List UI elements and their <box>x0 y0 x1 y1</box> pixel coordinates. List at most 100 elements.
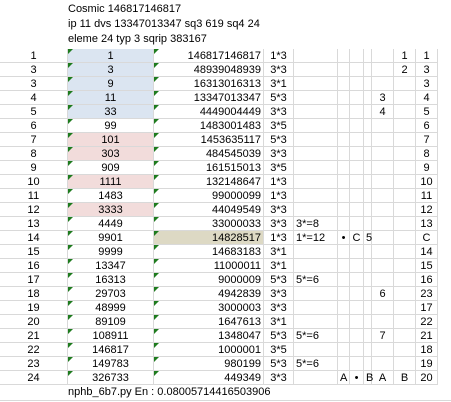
cell-i[interactable]: 3 <box>372 91 394 105</box>
cell-n[interactable]: 14 <box>0 231 68 245</box>
cell-f[interactable] <box>350 259 364 273</box>
cell-b[interactable]: 132148647 <box>154 175 264 189</box>
cell-c[interactable]: 3*5 <box>264 343 294 357</box>
cell-e[interactable] <box>338 343 350 357</box>
cell-g[interactable]: B <box>364 371 373 385</box>
cell-j[interactable] <box>394 259 416 273</box>
cell-e[interactable] <box>338 49 350 63</box>
cell-n[interactable]: 18 <box>0 287 68 301</box>
cell-d[interactable] <box>294 133 338 147</box>
cell-n[interactable]: 8 <box>0 147 68 161</box>
cell-d[interactable] <box>294 203 338 217</box>
cell-i[interactable] <box>372 245 394 259</box>
cell-j[interactable] <box>394 301 416 315</box>
cell-e[interactable] <box>338 329 350 343</box>
cell-d[interactable] <box>294 301 338 315</box>
cell-i[interactable] <box>372 315 394 329</box>
cell-j[interactable] <box>394 329 416 343</box>
cell-j[interactable] <box>394 91 416 105</box>
cell-f[interactable] <box>350 49 364 63</box>
cell-c[interactable]: 5*3 <box>264 133 294 147</box>
cell-m[interactable]: 6 <box>416 119 438 133</box>
cell-n[interactable]: 4 <box>0 91 68 105</box>
cell-f[interactable] <box>350 343 364 357</box>
cell-b[interactable]: 449349 <box>154 371 264 385</box>
cell-g[interactable] <box>364 287 372 301</box>
cell-d[interactable] <box>294 63 338 77</box>
cell-a[interactable]: 13347 <box>68 259 154 273</box>
cell-j[interactable]: B <box>394 371 416 385</box>
cell-g[interactable] <box>364 105 372 119</box>
cell-e[interactable] <box>338 203 350 217</box>
cell-n[interactable]: 15 <box>0 245 68 259</box>
cell-f[interactable]: C <box>350 231 364 245</box>
cell-a[interactable]: 909 <box>68 161 154 175</box>
cell-d[interactable]: 5*=6 <box>294 357 338 371</box>
cell-j[interactable] <box>394 203 416 217</box>
cell-n[interactable]: 16 <box>0 259 68 273</box>
cell-i[interactable] <box>372 217 394 231</box>
cell-g[interactable] <box>364 175 372 189</box>
cell-m[interactable]: 15 <box>416 259 438 273</box>
cell-c[interactable]: 3*3 <box>264 105 294 119</box>
cell-c[interactable]: 3*3 <box>264 203 294 217</box>
cell-g[interactable] <box>364 217 372 231</box>
cell-e[interactable] <box>338 147 350 161</box>
cell-b[interactable]: 11000011 <box>154 259 264 273</box>
cell-i[interactable]: 4 <box>372 105 394 119</box>
cell-c[interactable]: 3*3 <box>264 301 294 315</box>
cell-b[interactable]: 4942839 <box>154 287 264 301</box>
cell-n[interactable]: 9 <box>0 161 68 175</box>
cell-c[interactable]: 5*3 <box>264 91 294 105</box>
cell-b[interactable]: 146817146817 <box>154 49 264 63</box>
cell-b[interactable]: 161515013 <box>154 161 264 175</box>
cell-g[interactable]: 5 <box>364 231 372 245</box>
cell-i[interactable] <box>372 189 394 203</box>
cell-b[interactable]: 484545039 <box>154 147 264 161</box>
cell-a[interactable]: 3333 <box>68 203 154 217</box>
cell-j[interactable] <box>394 175 416 189</box>
cell-f[interactable] <box>350 273 364 287</box>
cell-j[interactable] <box>394 245 416 259</box>
cell-a[interactable]: 101 <box>68 133 154 147</box>
cell-b[interactable]: 9000009 <box>154 273 264 287</box>
cell-g[interactable] <box>364 273 372 287</box>
cell-m[interactable]: 8 <box>416 147 438 161</box>
cell-a[interactable]: 29703 <box>68 287 154 301</box>
cell-c[interactable]: 1*3 <box>264 189 294 203</box>
cell-e[interactable] <box>338 77 350 91</box>
cell-f[interactable] <box>350 217 364 231</box>
cell-c[interactable]: 5*3 <box>264 357 294 371</box>
cell-c[interactable]: 3*1 <box>264 259 294 273</box>
cell-f[interactable] <box>350 91 364 105</box>
cell-f[interactable] <box>350 203 364 217</box>
cell-g[interactable] <box>364 49 372 63</box>
cell-n[interactable]: 24 <box>0 371 68 385</box>
cell-b[interactable]: 1000001 <box>154 343 264 357</box>
cell-a[interactable]: 1 <box>68 49 154 63</box>
cell-c[interactable]: 5*3 <box>264 273 294 287</box>
cell-e[interactable] <box>338 119 350 133</box>
cell-d[interactable] <box>294 147 338 161</box>
cell-i[interactable] <box>372 63 394 77</box>
cell-a[interactable]: 4449 <box>68 217 154 231</box>
cell-n[interactable]: 1 <box>0 49 68 63</box>
cell-m[interactable]: 23 <box>416 287 438 301</box>
cell-i[interactable]: A <box>372 371 394 385</box>
cell-d[interactable] <box>294 49 338 63</box>
cell-g[interactable] <box>364 161 372 175</box>
cell-i[interactable] <box>372 119 394 133</box>
cell-j[interactable] <box>394 357 416 371</box>
cell-m[interactable]: C <box>416 231 438 245</box>
cell-f[interactable] <box>350 105 364 119</box>
cell-c[interactable]: 5*3 <box>264 329 294 343</box>
cell-a[interactable]: 9 <box>68 77 154 91</box>
cell-c[interactable]: 3*1 <box>264 77 294 91</box>
cell-i[interactable] <box>372 77 394 91</box>
cell-e[interactable] <box>338 273 350 287</box>
cell-n[interactable]: 23 <box>0 357 68 371</box>
cell-n[interactable]: 21 <box>0 329 68 343</box>
cell-j[interactable] <box>394 105 416 119</box>
cell-a[interactable]: 99 <box>68 119 154 133</box>
cell-f[interactable] <box>350 245 364 259</box>
